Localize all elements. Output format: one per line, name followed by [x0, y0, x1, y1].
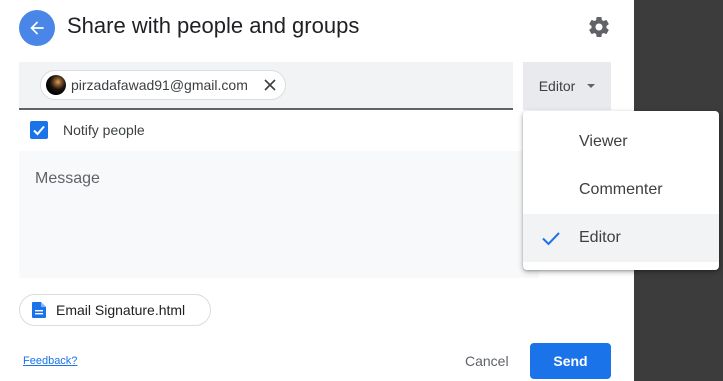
notify-label: Notify people: [63, 122, 145, 138]
recipients-input[interactable]: pirzadafawad91@gmail.com: [19, 62, 513, 110]
check-icon: [33, 125, 45, 136]
role-menu: Viewer Commenter Editor: [523, 111, 719, 270]
recipient-chip[interactable]: pirzadafawad91@gmail.com: [40, 70, 286, 100]
message-field[interactable]: Message: [19, 151, 539, 278]
feedback-link[interactable]: Feedback?: [23, 355, 77, 367]
caret-down-icon: [587, 84, 596, 88]
avatar: [46, 75, 66, 95]
close-icon[interactable]: [263, 78, 277, 92]
menu-item-label: Viewer: [579, 133, 628, 150]
attachment-name: Email Signature.html: [56, 302, 186, 318]
arrow-left-icon: [30, 21, 44, 35]
menu-item-label: Commenter: [579, 181, 663, 198]
menu-item-commenter[interactable]: Commenter: [523, 166, 719, 214]
role-dropdown-button[interactable]: Editor: [523, 62, 611, 110]
recipient-email: pirzadafawad91@gmail.com: [71, 77, 248, 93]
message-placeholder: Message: [35, 170, 100, 187]
role-selected-label: Editor: [538, 78, 576, 94]
dialog-title: Share with people and groups: [67, 13, 360, 38]
back-button[interactable]: [19, 10, 55, 46]
cancel-button[interactable]: Cancel: [465, 353, 509, 369]
settings-button[interactable]: [585, 13, 613, 41]
menu-item-editor[interactable]: Editor: [523, 214, 719, 262]
menu-item-label: Editor: [579, 229, 621, 246]
send-button[interactable]: Send: [530, 343, 611, 379]
menu-item-viewer[interactable]: Viewer: [523, 118, 719, 166]
document-icon: [32, 302, 46, 318]
check-icon: [542, 232, 560, 246]
notify-checkbox[interactable]: [30, 121, 48, 139]
gear-icon: [589, 17, 609, 37]
attachment-chip[interactable]: Email Signature.html: [19, 294, 211, 326]
